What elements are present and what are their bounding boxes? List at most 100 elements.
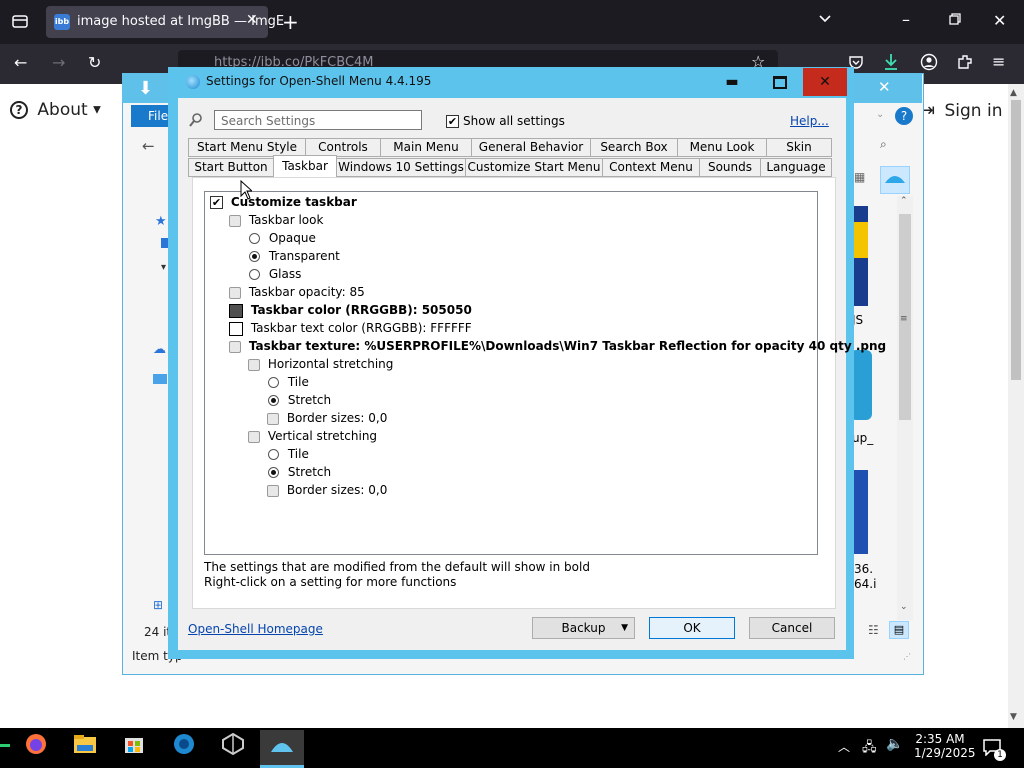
menu-icon[interactable]: ≡	[992, 52, 1005, 71]
forward-icon[interactable]: →	[52, 53, 65, 72]
this-pc-icon[interactable]	[153, 374, 167, 384]
backup-button[interactable]: Backup ▼	[532, 617, 635, 639]
minimize-icon[interactable]: –	[902, 10, 910, 29]
sidebar-expand-icon[interactable]: ▾	[161, 262, 166, 273]
dialog-close-button[interactable]: ✕	[803, 68, 847, 96]
explorer-help-icon[interactable]: ?	[895, 107, 913, 125]
h-tile-option[interactable]: Tile	[268, 373, 309, 391]
explorer-scrollbar[interactable]: ⌃ ≡ ⌄	[897, 196, 913, 620]
tab-main-menu[interactable]: Main Menu	[380, 138, 472, 157]
onedrive-cloud-icon[interactable]: ☁	[153, 342, 166, 357]
taskbar-texture-row[interactable]: Taskbar texture: %USERPROFILE%\Downloads…	[229, 337, 886, 355]
tab-list-icon[interactable]	[11, 12, 29, 34]
tab-skin[interactable]: Skin	[766, 138, 832, 157]
tab-language[interactable]: Language	[760, 158, 832, 177]
explorer-file-menu[interactable]: File	[131, 105, 171, 127]
restore-icon[interactable]	[948, 11, 962, 30]
tab-taskbar[interactable]: Taskbar	[273, 155, 337, 179]
glass-option[interactable]: Glass	[249, 265, 301, 283]
dialog-minimize-button[interactable]: ▬	[710, 68, 754, 96]
resize-grip-icon[interactable]: ⋰	[903, 652, 911, 661]
h-stretch-radio[interactable]	[268, 395, 279, 406]
glass-radio[interactable]	[249, 269, 260, 280]
large-icons-view-icon[interactable]: ▤	[889, 621, 909, 639]
transparent-option[interactable]: Transparent	[249, 247, 340, 265]
v-tile-option[interactable]: Tile	[268, 445, 309, 463]
back-icon[interactable]: ←	[14, 53, 27, 72]
tab-context-menu[interactable]: Context Menu	[602, 158, 700, 177]
v-tile-radio[interactable]	[268, 449, 279, 460]
network-tray-icon[interactable]: 🖧	[862, 738, 877, 760]
vertical-stretching-row[interactable]: Vertical stretching	[248, 427, 377, 445]
show-hidden-icons-icon[interactable]: ︿	[838, 738, 850, 755]
tab-customize-start-menu[interactable]: Customize Start Menu	[465, 158, 603, 177]
taskbar-color-row[interactable]: Taskbar color (RRGGBB): 505050	[229, 301, 472, 319]
taskbar-text-color-row[interactable]: Taskbar text color (RRGGBB): FFFFFF	[229, 319, 472, 337]
explorer-back-icon[interactable]: ←	[142, 137, 155, 155]
reload-icon[interactable]: ↻	[88, 53, 101, 72]
dialog-maximize-button[interactable]	[758, 68, 802, 96]
open-shell-homepage-link[interactable]: Open-Shell Homepage	[188, 622, 323, 636]
page-scrollbar[interactable]: ▲ ▼	[1008, 84, 1024, 730]
scroll-down-icon[interactable]: ▼	[1010, 712, 1017, 722]
search-settings-input[interactable]: Search Settings	[214, 110, 422, 130]
help-link[interactable]: Help...	[790, 114, 829, 128]
tab-sounds[interactable]: Sounds	[699, 158, 761, 177]
clock[interactable]: 2:35 AM 1/29/2025	[914, 732, 976, 760]
transparent-radio[interactable]	[249, 251, 260, 262]
v-border-sizes-row[interactable]: Border sizes: 0,0	[267, 481, 387, 499]
taskbar-opacity-row[interactable]: Taskbar opacity: 85	[229, 283, 365, 301]
opaque-option[interactable]: Opaque	[249, 229, 316, 247]
about-menu[interactable]: ? About ▼	[10, 100, 101, 120]
explorer-scroll-down-icon[interactable]: ⌄	[900, 602, 908, 612]
explorer-close-icon[interactable]: ✕	[878, 78, 891, 96]
download-icon[interactable]	[883, 53, 899, 75]
v-stretch-radio[interactable]	[268, 467, 279, 478]
sign-in-link[interactable]: ⇥ Sign in	[920, 100, 1002, 121]
thumbnail-image-3[interactable]	[852, 470, 868, 554]
scroll-up-icon[interactable]: ▲	[1010, 88, 1017, 98]
taskbar-look-row[interactable]: Taskbar look	[229, 211, 323, 229]
clock-date: 1/29/2025	[914, 746, 976, 760]
store-taskbar-icon[interactable]	[116, 732, 152, 764]
explorer-download-icon: ⬇	[138, 78, 154, 99]
volume-icon[interactable]: 🔈	[886, 736, 903, 752]
file-explorer-taskbar-icon[interactable]	[67, 732, 103, 764]
app-taskbar-icon[interactable]	[215, 732, 251, 764]
tab-windows-10-settings[interactable]: Windows 10 Settings	[336, 158, 466, 177]
v-stretch-option[interactable]: Stretch	[268, 463, 331, 481]
tab-start-button[interactable]: Start Button	[188, 158, 274, 177]
h-border-sizes-row[interactable]: Border sizes: 0,0	[267, 409, 387, 427]
h-tile-radio[interactable]	[268, 377, 279, 388]
page-scrollbar-thumb[interactable]	[1011, 100, 1021, 380]
explorer-search-icon[interactable]: ⌕	[880, 137, 887, 152]
chevron-down-icon[interactable]	[818, 11, 832, 30]
quick-access-star-icon[interactable]: ★	[155, 214, 167, 229]
opaque-radio[interactable]	[249, 233, 260, 244]
explorer-preview-thumb[interactable]	[880, 166, 910, 194]
open-shell-taskbar-icon[interactable]	[260, 730, 304, 766]
explorer-dropdown-icon[interactable]: ⌄	[876, 109, 884, 120]
extensions-icon[interactable]	[956, 53, 974, 75]
close-tab-icon[interactable]: ✕	[246, 12, 258, 28]
new-tab-icon[interactable]: +	[282, 10, 299, 34]
close-window-icon[interactable]: ✕	[993, 11, 1006, 30]
show-all-checkbox[interactable]: ✔	[446, 115, 459, 128]
account-icon[interactable]	[920, 53, 938, 75]
network-icon[interactable]: ⊞	[153, 598, 163, 612]
firefox-taskbar-icon[interactable]	[18, 732, 54, 764]
tab-search-box[interactable]: Search Box	[590, 138, 678, 157]
tab-general-behavior[interactable]: General Behavior	[471, 138, 591, 157]
details-view-icon[interactable]: ☷	[868, 623, 879, 637]
cancel-button[interactable]: Cancel	[749, 617, 835, 639]
h-stretch-option[interactable]: Stretch	[268, 391, 331, 409]
explorer-scroll-up-icon[interactable]: ⌃	[900, 196, 908, 206]
ok-button[interactable]: OK	[649, 617, 735, 639]
horizontal-stretching-row[interactable]: Horizontal stretching	[248, 355, 393, 373]
customize-taskbar-row[interactable]: ✔ Customize taskbar	[210, 193, 357, 211]
explorer-view-icon[interactable]: ▦	[854, 170, 865, 184]
browser-tab[interactable]: ibb image hosted at ImgBB — ImgE ✕	[46, 6, 284, 38]
tab-menu-look[interactable]: Menu Look	[677, 138, 767, 157]
customize-taskbar-checkbox[interactable]: ✔	[210, 196, 223, 209]
edge-taskbar-icon[interactable]	[166, 732, 202, 764]
